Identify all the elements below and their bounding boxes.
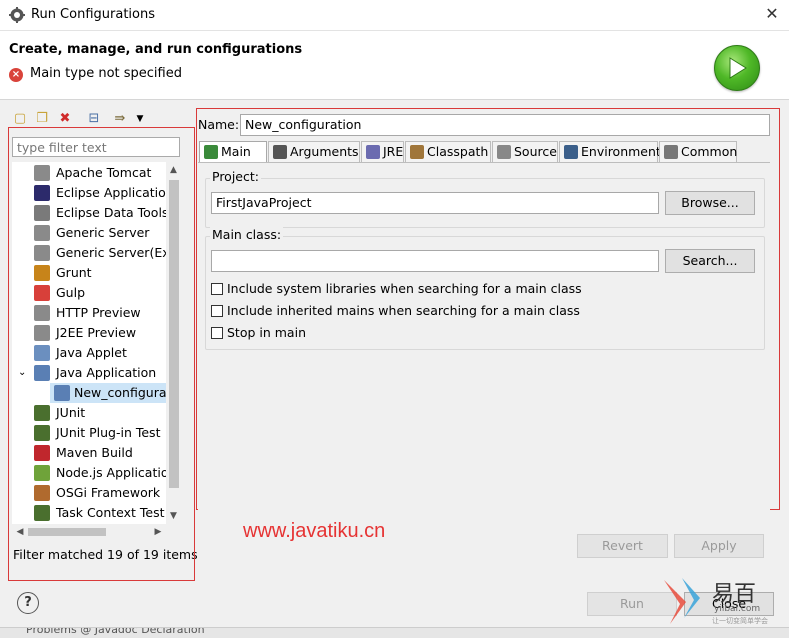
jre-tab-icon [366,145,380,159]
checkbox-box[interactable] [211,327,223,339]
chevron-down-icon[interactable]: ▼ [132,111,148,127]
browse-button[interactable]: Browse... [665,191,755,215]
checkbox-label: Include inherited mains when searching f… [227,303,580,318]
search-button[interactable]: Search... [665,249,755,273]
tab-label: Common [681,144,738,159]
dialog-heading: Create, manage, and run configurations [9,42,303,57]
tab-label: Classpath [427,144,489,159]
error-icon: × [9,68,23,82]
checkbox-label: Include system libraries when searching … [227,281,582,296]
main-tab-panel: Project: FirstJavaProject Browse... Main… [198,162,770,511]
name-field[interactable]: New_configuration [240,114,770,136]
app-gear-icon [9,7,25,23]
help-icon[interactable]: ? [17,592,39,614]
highlight-box-left [8,127,195,581]
background-view-tabs: Problems @ Javadoc Declaration [0,627,789,638]
tab-arguments[interactable]: Arguments [268,141,360,162]
watermark-text: www.javatiku.cn [243,520,386,542]
window-title: Run Configurations [31,7,155,22]
run-banner-icon [714,45,760,91]
close-icon[interactable]: ✕ [762,4,782,24]
tab-source[interactable]: Source [492,141,558,162]
tab-classpath[interactable]: Classpath [405,141,491,162]
config-tabs: Main Arguments JRE Classpath Source Environme… [198,141,770,163]
dialog-header: Create, manage, and run configurations ×… [0,31,789,100]
error-message: Main type not specified [30,66,182,81]
tab-label: Environment [581,144,661,159]
name-label: Name: [198,117,240,132]
source-tab-icon [497,145,511,159]
revert-button[interactable]: Revert [577,534,668,558]
background-tabs-text: Problems @ Javadoc Declaration [26,627,205,636]
logo-tagline: 让一切变简单学会 [712,617,768,625]
tab-label: Arguments [290,144,359,159]
tab-main[interactable]: Main [199,141,267,163]
checkbox-label: Stop in main [227,325,306,340]
main-class-field[interactable] [211,250,659,272]
collapse-all-icon[interactable]: ⊟ [86,111,102,127]
environment-tab-icon [564,145,578,159]
project-label: Project: [210,169,261,184]
duplicate-icon[interactable]: ❐ [34,111,50,127]
checkbox-box[interactable] [211,283,223,295]
title-bar: Run Configurations ✕ [0,0,789,31]
checkbox-box[interactable] [211,305,223,317]
classpath-tab-icon [410,145,424,159]
tab-label: Main [221,144,251,159]
tab-jre[interactable]: JRE [361,141,404,162]
tab-label: JRE [383,144,404,159]
logo-domain: yiibai.com [714,604,761,614]
common-tab-icon [664,145,678,159]
tab-common[interactable]: Common [659,141,737,162]
delete-icon[interactable]: ✖ [57,111,73,127]
main-class-label: Main class: [210,227,284,242]
tab-environment[interactable]: Environment [559,141,661,162]
tab-label: Source [514,144,557,159]
filter-icon[interactable]: ⇛ [112,111,128,127]
arguments-tab-icon [273,145,287,159]
new-config-icon[interactable]: ▢ [12,111,28,127]
apply-button[interactable]: Apply [674,534,764,558]
main-tab-icon [204,145,218,159]
project-field[interactable]: FirstJavaProject [211,192,659,214]
yiibai-logo: 易百 yiibai.com 让一切变简单学会 [660,574,780,630]
